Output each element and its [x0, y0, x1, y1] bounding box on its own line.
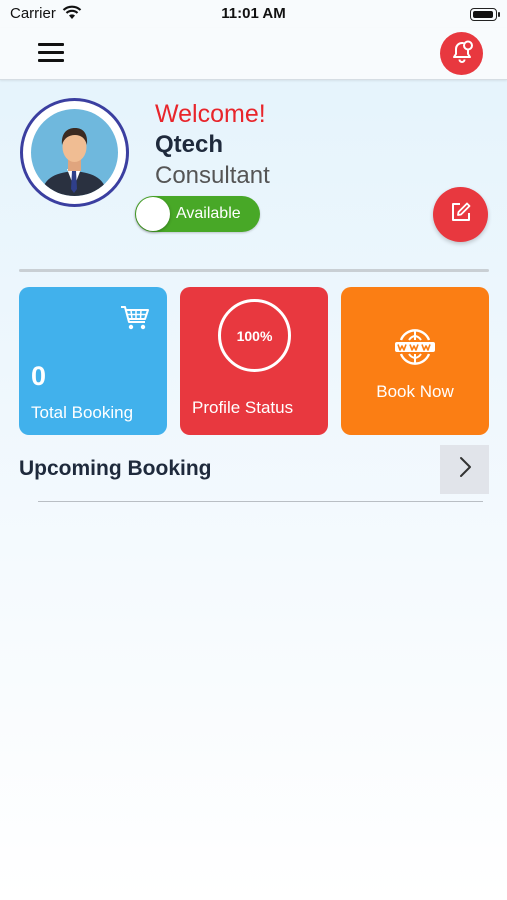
bell-icon	[448, 37, 476, 70]
welcome-text: Welcome!	[155, 100, 266, 128]
edit-icon	[450, 201, 472, 228]
status-bar: Carrier 11:01 AM	[0, 0, 507, 28]
profile-status-card[interactable]: 100% Profile Status	[180, 287, 328, 435]
upcoming-booking-title: Upcoming Booking	[19, 457, 212, 480]
toggle-knob	[136, 197, 170, 231]
battery-icon	[470, 8, 500, 21]
notification-button[interactable]	[440, 32, 483, 75]
user-role: Consultant	[155, 162, 270, 189]
availability-toggle[interactable]: Available	[135, 196, 260, 232]
book-now-label: Book Now	[376, 382, 454, 401]
www-globe-icon	[395, 329, 435, 370]
nav-bar	[0, 28, 507, 80]
total-booking-card[interactable]: 0 Total Booking	[19, 287, 167, 435]
user-name: Qtech	[155, 131, 224, 158]
cart-icon	[120, 305, 150, 336]
edit-profile-button[interactable]	[433, 187, 488, 242]
menu-button[interactable]	[38, 42, 66, 64]
upcoming-booking-button[interactable]	[440, 445, 489, 494]
clock-time: 11:01 AM	[221, 5, 286, 22]
avatar[interactable]	[20, 98, 129, 207]
total-booking-label: Total Booking	[31, 403, 134, 422]
upcoming-divider	[38, 501, 483, 502]
availability-label: Available	[176, 205, 241, 222]
profile-status-label: Profile Status	[192, 398, 294, 417]
hamburger-line	[38, 43, 64, 46]
chevron-right-icon	[458, 456, 472, 483]
avatar-photo	[31, 109, 118, 196]
profile-progress-ring: 100%	[218, 299, 291, 372]
book-now-card[interactable]: Book Now	[341, 287, 489, 435]
hamburger-line	[38, 51, 64, 54]
profile-percent: 100%	[236, 327, 273, 344]
hamburger-line	[38, 59, 64, 62]
total-booking-count: 0	[31, 361, 47, 391]
section-divider	[19, 269, 489, 272]
